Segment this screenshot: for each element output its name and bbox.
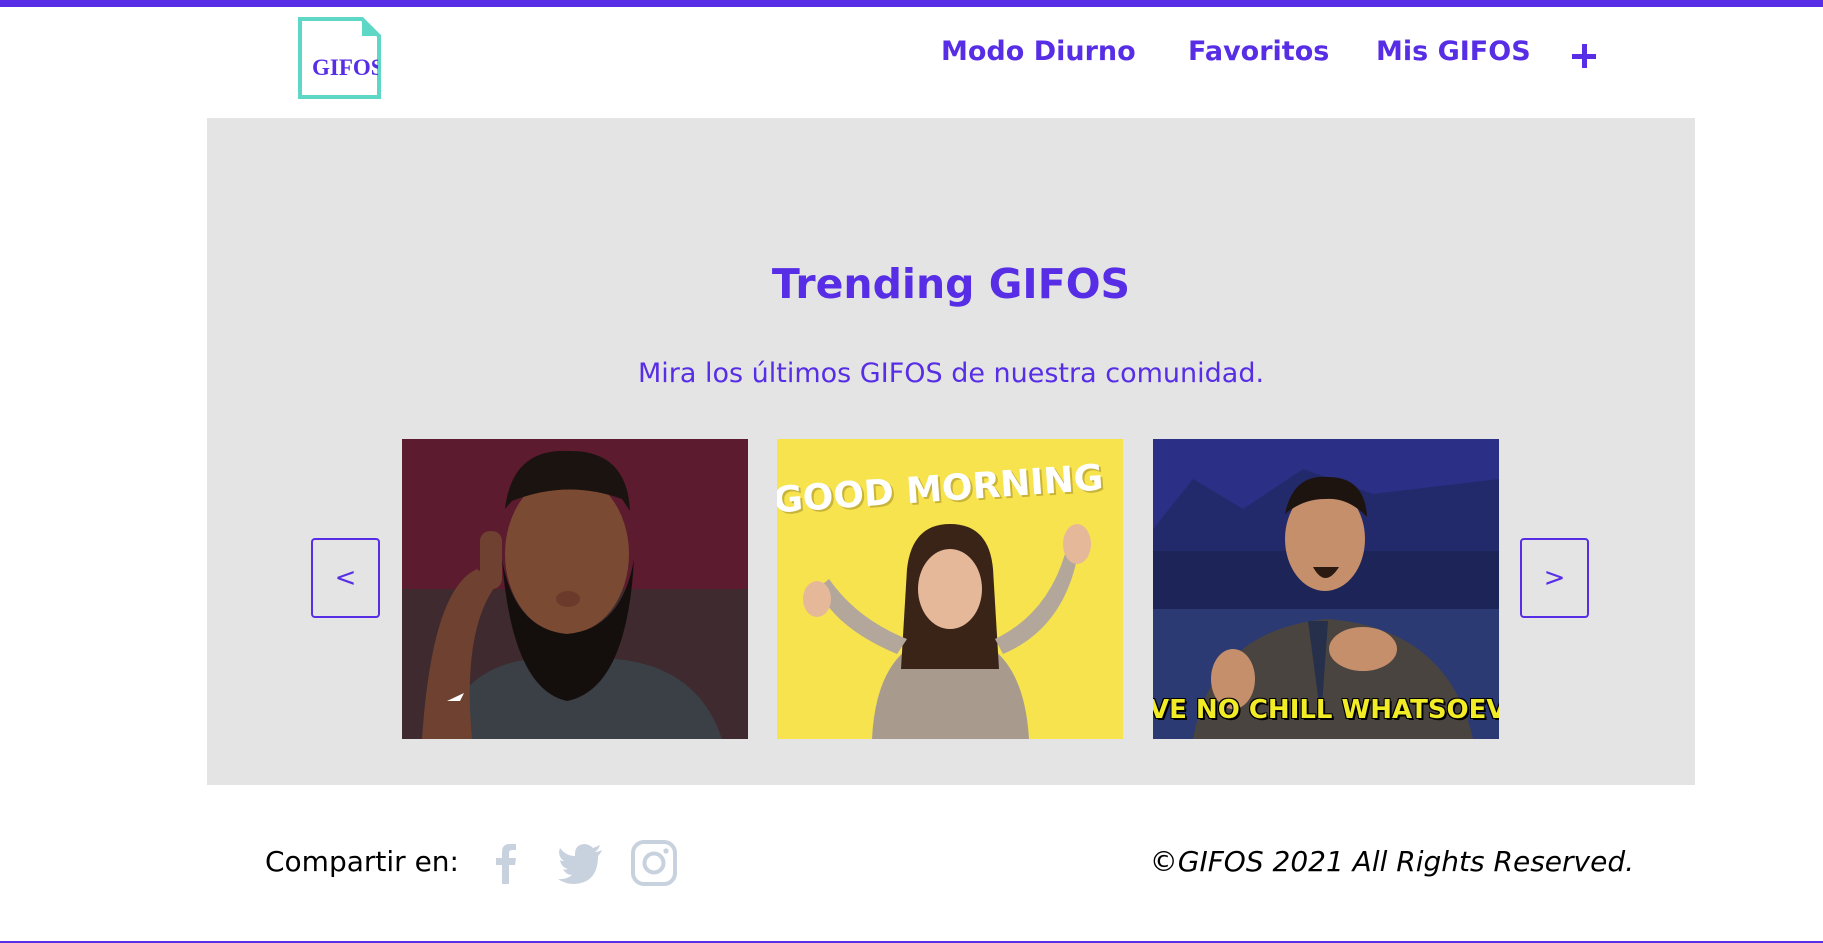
- trending-section: Trending GIFOS Mira los últimos GIFOS de…: [207, 118, 1695, 785]
- nav-mis-gifos[interactable]: Mis GIFOS: [1376, 36, 1531, 74]
- trending-subtitle: Mira los últimos GIFOS de nuestra comuni…: [637, 358, 1265, 389]
- gif-3-image: [1153, 439, 1499, 739]
- gif-1-image: [402, 439, 748, 739]
- carousel-prev-button[interactable]: <: [311, 538, 380, 618]
- gif-3-caption: VE NO CHILL WHATSOEV: [1153, 695, 1499, 725]
- create-gifo-plus-icon[interactable]: [1572, 44, 1596, 68]
- instagram-icon[interactable]: [630, 838, 678, 888]
- copyright-text: ©GIFOS 2021 All Rights Reserved.: [1149, 845, 1634, 878]
- carousel-next-button[interactable]: >: [1520, 538, 1589, 618]
- trending-gif-1[interactable]: [402, 439, 748, 739]
- trending-gif-2[interactable]: GOOD MORNING: [777, 439, 1123, 739]
- twitter-icon[interactable]: [556, 838, 606, 888]
- nav-favoritos[interactable]: Favoritos: [1188, 36, 1329, 74]
- top-accent-bar: [0, 0, 1823, 7]
- nav-modo-diurno[interactable]: Modo Diurno: [941, 36, 1136, 74]
- share-label: Compartir en:: [265, 845, 459, 878]
- trending-title: Trending GIFOS: [771, 260, 1131, 308]
- gifos-logo[interactable]: GIFOS: [298, 17, 381, 99]
- logo-text: GIFOS: [312, 55, 378, 80]
- facebook-icon[interactable]: [490, 838, 520, 888]
- trending-gif-3[interactable]: VE NO CHILL WHATSOEV: [1153, 439, 1499, 739]
